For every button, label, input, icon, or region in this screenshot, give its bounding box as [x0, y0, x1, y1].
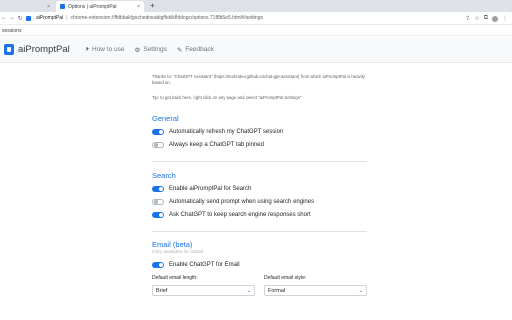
url-separator: |	[66, 15, 68, 21]
tab-close-icon[interactable]: ×	[47, 4, 50, 10]
thanks-note: Thanks to: "ChatGPT Assistant" (https://…	[152, 74, 365, 85]
nav-how-to-use[interactable]: ⏵ How to use	[86, 46, 125, 54]
bookmark-star-icon[interactable]: ☆	[474, 15, 479, 22]
extensions-puzzle-icon[interactable]: ⧉	[484, 15, 488, 22]
new-tab-button[interactable]: +	[150, 0, 155, 12]
divider	[152, 231, 367, 232]
tip-note: Tip: to get back here, right click on an…	[152, 95, 302, 100]
address-bar[interactable]: aiPromptPal | chrome-extension://ffdbbak…	[26, 15, 263, 21]
enable-email-label: Enable ChatGPT for Email	[169, 261, 240, 268]
brand-name: aiPromptPal	[18, 44, 70, 55]
browser-toolbar: ← → ↻ aiPromptPal | chrome-extension://f…	[0, 12, 512, 25]
email-length-select[interactable]: Brief ⌄	[152, 285, 255, 296]
browser-tab-options[interactable]: Options | aiPromptPal ×	[56, 1, 144, 12]
nav-feedback-label: Feedback	[185, 46, 214, 53]
email-style-value: Formal	[268, 287, 286, 294]
brand-logo-icon	[4, 44, 14, 55]
settings-content: Thanks to: "ChatGPT Assistant" (https://…	[152, 63, 367, 296]
enable-email-toggle[interactable]	[152, 261, 164, 268]
gear-icon: ⚙	[134, 46, 141, 54]
url-text[interactable]: chrome-extension://ffdbbaklgochedneablgf…	[71, 15, 263, 21]
option-auto-send-prompt[interactable]: Automatically send prompt when using sea…	[152, 195, 367, 208]
profile-avatar-icon[interactable]	[492, 15, 498, 22]
auto-refresh-label: Automatically refresh my ChatGPT session	[169, 128, 284, 135]
app-navbar: aiPromptPal ⏵ How to use ⚙ Settings ✎ Fe…	[0, 37, 512, 63]
share-icon[interactable]: ⇪	[465, 15, 470, 22]
enable-search-toggle[interactable]	[152, 185, 164, 192]
nav-settings[interactable]: ⚙ Settings	[135, 46, 167, 54]
nav-feedback[interactable]: ✎ Feedback	[177, 46, 214, 54]
enable-search-label: Enable aiPromptPal for Search	[169, 185, 252, 192]
email-style-label: Default email style:	[264, 275, 307, 281]
brand[interactable]: aiPromptPal	[4, 44, 70, 55]
email-availability-note: Only available for GMail	[152, 250, 203, 255]
tab-close-icon[interactable]: ×	[137, 4, 140, 10]
option-keep-tab-pinned[interactable]: Always keep a ChatGPT tab pinned	[152, 138, 367, 151]
email-length-value: Brief	[156, 287, 168, 294]
tab-title: Options | aiPromptPal	[68, 3, 117, 10]
chevron-down-icon: ⌄	[358, 287, 363, 294]
menu-kebab-icon[interactable]: ⋮	[502, 15, 508, 22]
section-title-email: Email (beta)	[152, 240, 193, 249]
keep-tab-pinned-toggle[interactable]	[152, 141, 164, 148]
auto-send-prompt-toggle[interactable]	[152, 198, 164, 205]
bookmark-sessions[interactable]: sessions	[2, 28, 21, 34]
option-enable-email[interactable]: Enable ChatGPT for Email	[152, 258, 367, 271]
nav-settings-label: Settings	[143, 46, 167, 53]
email-length-label: Default email length:	[152, 275, 198, 281]
email-style-select[interactable]: Formal ⌄	[264, 285, 367, 296]
short-responses-toggle[interactable]	[152, 211, 164, 218]
forward-icon[interactable]: →	[8, 15, 16, 21]
browser-tab-previous[interactable]: ×	[0, 1, 54, 12]
bookmarks-bar: sessions	[0, 26, 512, 36]
reload-icon[interactable]: ↻	[16, 15, 24, 22]
site-name: aiPromptPal	[36, 15, 64, 21]
option-enable-search[interactable]: Enable aiPromptPal for Search	[152, 182, 367, 195]
play-circle-icon: ⏵	[85, 45, 89, 53]
section-title-search: Search	[152, 171, 176, 180]
keep-tab-pinned-label: Always keep a ChatGPT tab pinned	[169, 141, 264, 148]
option-short-responses[interactable]: Ask ChatGPT to keep search engine respon…	[152, 208, 367, 221]
extension-favicon-icon	[60, 4, 65, 9]
back-icon[interactable]: ←	[0, 15, 8, 21]
email-length-group: Default email length: Brief ⌄	[152, 275, 255, 296]
short-responses-label: Ask ChatGPT to keep search engine respon…	[169, 211, 311, 218]
email-defaults: Default email length: Brief ⌄ Default em…	[152, 275, 367, 296]
email-style-group: Default email style: Formal ⌄	[264, 275, 367, 296]
option-auto-refresh[interactable]: Automatically refresh my ChatGPT session	[152, 125, 367, 138]
auto-send-prompt-label: Automatically send prompt when using sea…	[169, 198, 315, 205]
extension-icon	[26, 15, 31, 21]
megaphone-icon: ✎	[176, 46, 183, 54]
browser-tab-strip: × Options | aiPromptPal × +	[0, 0, 512, 12]
nav-how-to-use-label: How to use	[92, 46, 125, 53]
auto-refresh-toggle[interactable]	[152, 128, 164, 135]
section-title-general: General	[152, 114, 179, 123]
toolbar-actions: ⇪ ☆ ⧉ ⋮	[465, 12, 508, 25]
divider	[152, 161, 367, 162]
chevron-down-icon: ⌄	[246, 287, 251, 294]
